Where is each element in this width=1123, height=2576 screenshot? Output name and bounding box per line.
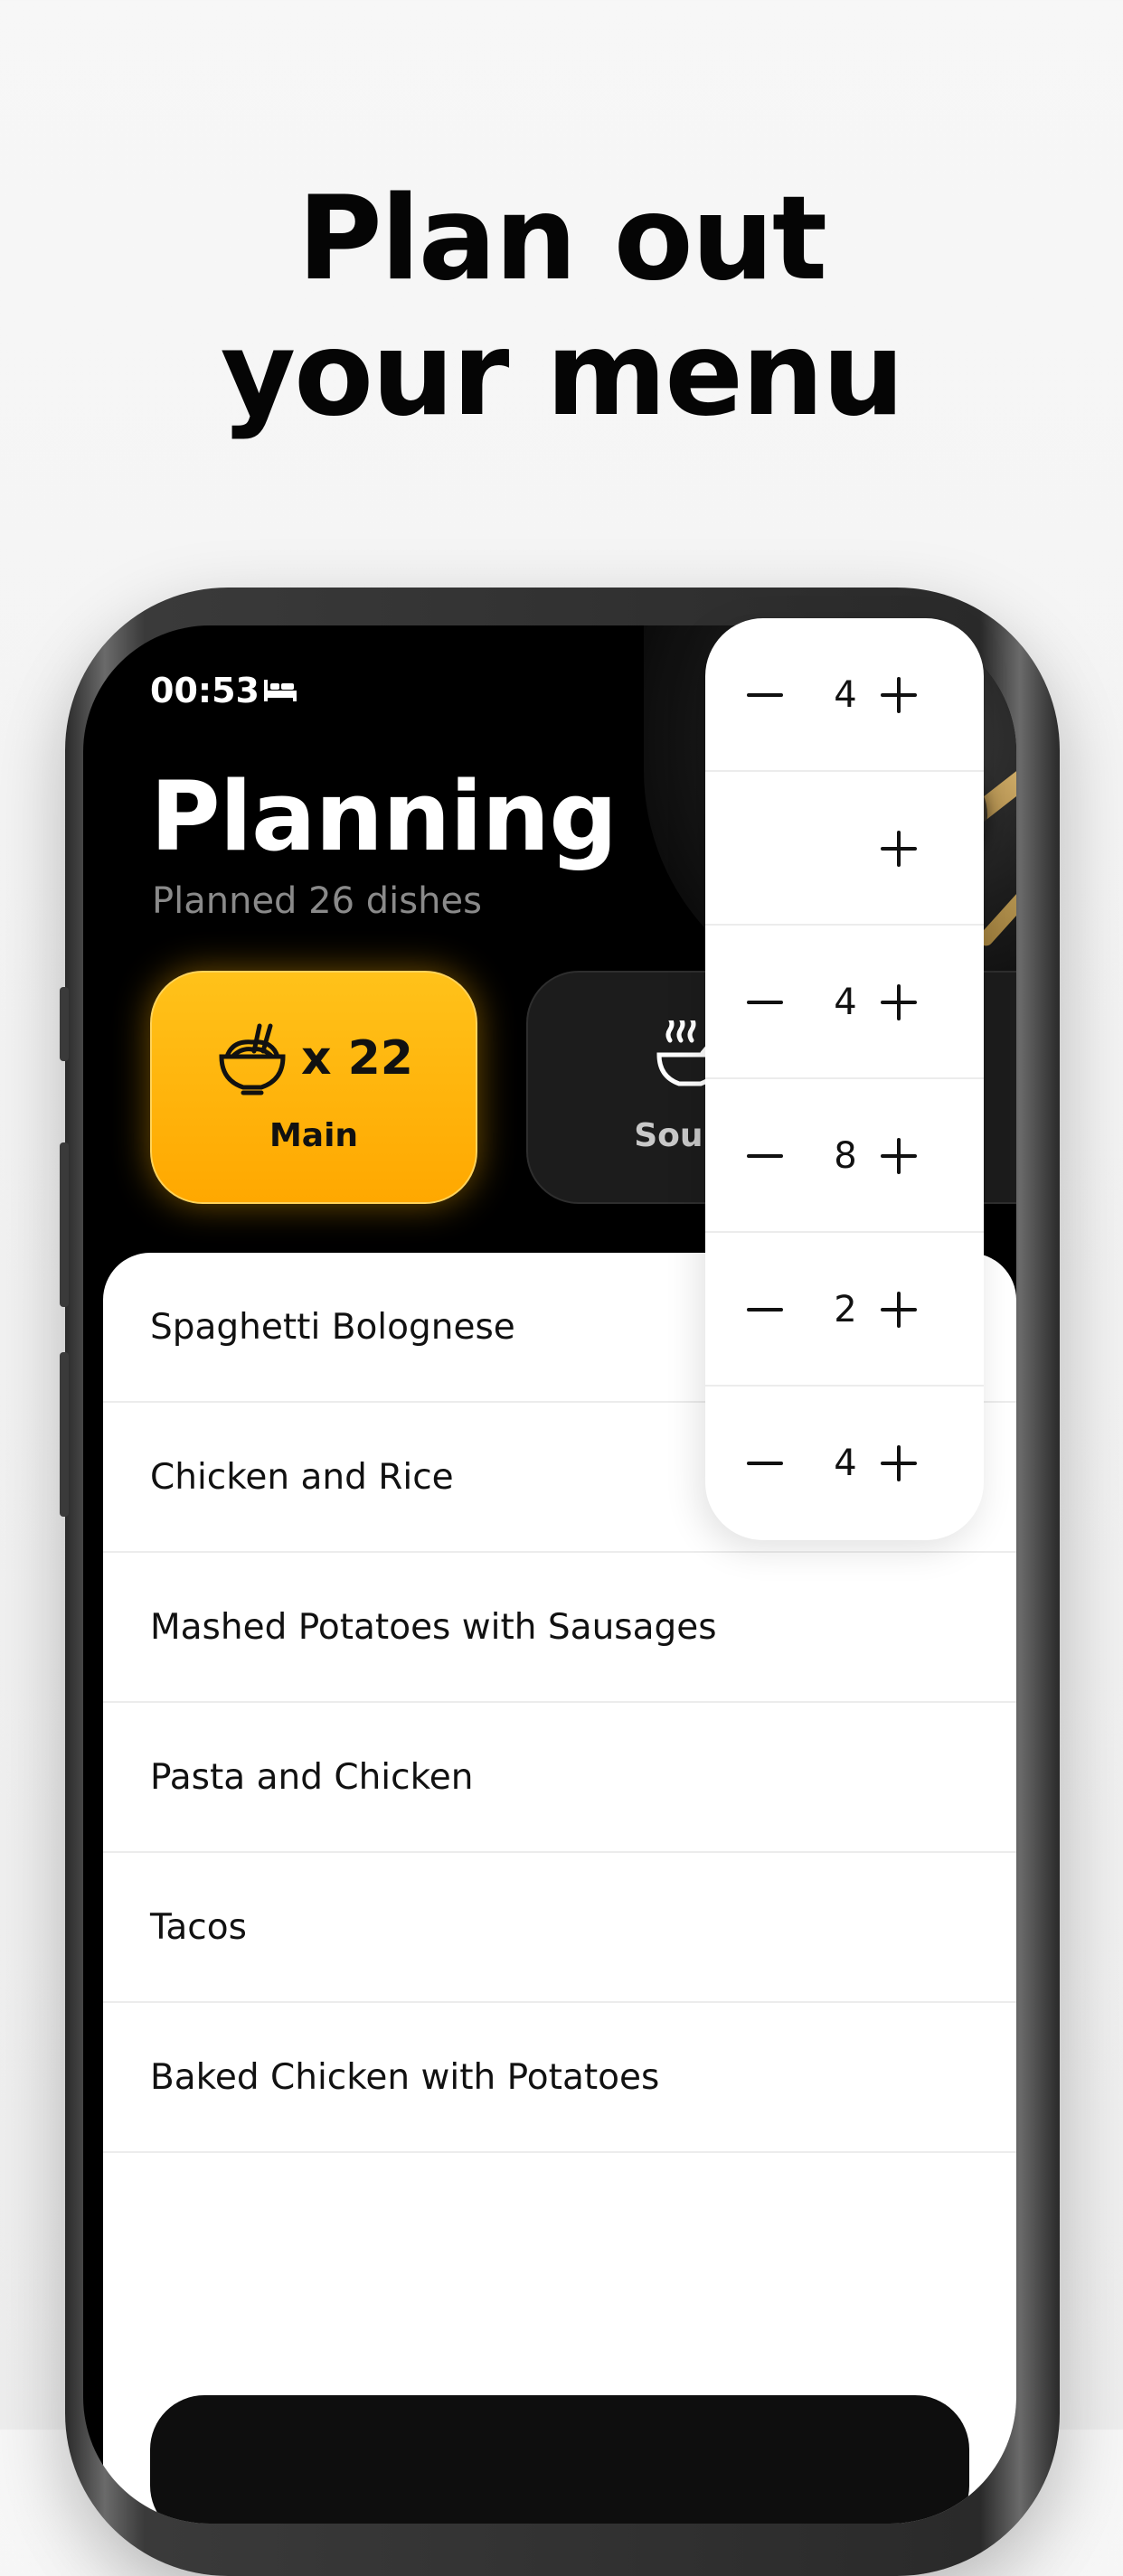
headline-line-1: Plan out [297,172,827,306]
dish-name: Tacos [150,1907,247,1948]
dish-name: Mashed Potatoes with Sausages [150,1607,717,1648]
status-time: 00:53 [150,671,260,710]
phone-volume-up-button [60,1142,69,1307]
dish-name: Spaghetti Bolognese [150,1307,515,1348]
phone-volume-down-button [60,1352,69,1517]
list-item[interactable]: Baked Chicken with Potatoes [103,2003,1016,2153]
quantity-stepper [705,772,984,926]
planned-count-subtitle: Planned 26 dishes [152,880,482,922]
list-item[interactable]: Tacos [103,1853,1016,2003]
plus-icon[interactable] [879,1136,919,1176]
quantity-value: 4 [834,1443,857,1484]
quantity-value: 4 [834,674,857,716]
minus-icon[interactable] [745,982,785,1022]
quantity-stepper: 4 [705,618,984,772]
category-count-badge: x 22 [300,1031,413,1086]
quantity-value: 8 [834,1135,857,1177]
quantity-value: 2 [834,1289,857,1330]
plus-icon[interactable] [879,829,919,869]
list-item[interactable]: Mashed Potatoes with Sausages [103,1553,1016,1703]
headline-line-2: your menu [220,307,905,442]
list-item[interactable]: Pasta and Chicken [103,1703,1016,1853]
plus-icon[interactable] [879,675,919,715]
dish-name: Chicken and Rice [150,1457,454,1498]
plus-icon[interactable] [879,1443,919,1483]
dish-name: Pasta and Chicken [150,1757,474,1798]
category-label-main: Main [269,1117,359,1154]
quantity-stepper: 4 [705,1387,984,1540]
minus-icon[interactable] [745,675,785,715]
quantity-stepper-panel: 4 4 8 2 4 [705,618,984,1540]
page-title: Planning [150,761,618,872]
plus-icon[interactable] [879,1290,919,1330]
dish-name: Baked Chicken with Potatoes [150,2057,660,2098]
category-card-main[interactable]: x 22 Main [150,971,477,1204]
quantity-stepper: 2 [705,1233,984,1387]
quantity-stepper: 8 [705,1079,984,1233]
minus-icon[interactable] [745,1443,785,1483]
bottom-action-bar[interactable] [150,2395,969,2524]
marketing-headline: Plan out your menu [0,172,1123,443]
minus-icon[interactable] [745,1136,785,1176]
phone-action-button [60,987,69,1061]
quantity-value: 4 [834,982,857,1023]
sleep-focus-icon [264,680,297,701]
quantity-stepper: 4 [705,926,984,1079]
noodle-bowl-icon [219,1023,286,1095]
minus-icon[interactable] [745,1290,785,1330]
plus-icon[interactable] [879,982,919,1022]
